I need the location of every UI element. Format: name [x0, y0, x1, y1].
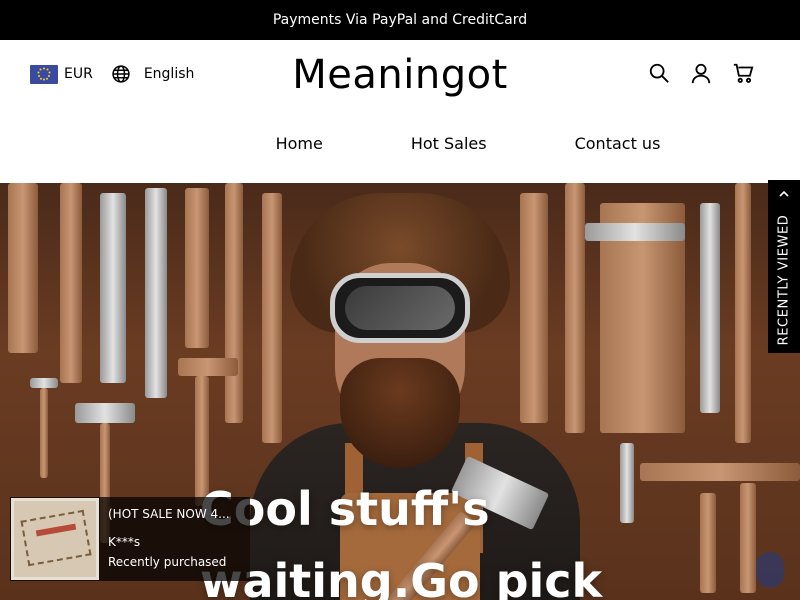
announcement-text: Payments Via PayPal and CreditCard — [272, 12, 528, 28]
search-icon[interactable] — [648, 62, 670, 84]
recently-viewed-label: RECENTLY VIEWED — [776, 214, 792, 346]
nav-contact-us[interactable]: Contact us — [575, 134, 661, 153]
recently-viewed-tab[interactable]: RECENTLY VIEWED — [768, 180, 800, 353]
hero-tool — [740, 483, 756, 593]
hero-tool — [185, 188, 209, 348]
hero-tool — [30, 378, 58, 388]
hero-tool — [225, 183, 243, 423]
header-icons — [648, 62, 754, 84]
hero-tool — [700, 203, 720, 413]
account-icon[interactable] — [690, 62, 712, 84]
hero-headline-line2: waiting.Go pick — [200, 554, 603, 600]
locale-switcher: EUR English — [30, 64, 194, 84]
hero-tool — [8, 183, 38, 353]
hero-tool — [520, 193, 548, 423]
popup-status: Recently purchased — [108, 555, 227, 569]
currency-selector[interactable]: EUR — [64, 66, 93, 82]
hero-tool — [262, 193, 282, 443]
hero-tool — [75, 403, 135, 423]
main-nav: Home Hot Sales Contact us — [0, 134, 800, 153]
site-header: EUR English Meaningot Home Hot Sales Con… — [0, 40, 800, 183]
chat-widget-icon[interactable] — [756, 552, 784, 588]
hero-goggles — [330, 273, 470, 343]
logo-text[interactable]: Meaningot — [292, 52, 508, 98]
hero-tool — [620, 443, 634, 523]
chevron-up-icon — [779, 190, 789, 197]
globe-icon[interactable] — [111, 64, 131, 84]
popup-product-title[interactable]: (HOT SALE NOW 4... — [108, 504, 230, 524]
hero-headline-line1: Cool stuff's — [200, 482, 490, 536]
purchase-notification[interactable]: (HOT SALE NOW 4... K***s Recently purcha… — [10, 497, 250, 581]
nav-home[interactable]: Home — [276, 134, 323, 153]
hero-tool — [178, 358, 238, 376]
hero-tool — [700, 493, 716, 593]
nav-hot-sales[interactable]: Hot Sales — [411, 134, 487, 153]
cart-icon[interactable] — [732, 62, 754, 84]
language-selector[interactable]: English — [144, 66, 195, 82]
hero-tool — [640, 463, 800, 481]
hero-tool — [565, 183, 585, 433]
product-thumbnail[interactable] — [11, 498, 99, 580]
hero-tool — [60, 183, 82, 383]
hero-tool — [40, 388, 48, 478]
hero-tool — [585, 223, 685, 241]
hero-headline: Cool stuff's waiting.Go pick — [200, 473, 602, 600]
eu-flag-icon[interactable] — [30, 64, 58, 84]
popup-buyer: K***s — [108, 535, 141, 549]
hero-tool — [735, 183, 751, 443]
hero-tool — [100, 193, 126, 383]
announcement-bar: Payments Via PayPal and CreditCard — [0, 0, 800, 40]
hero-tool — [145, 188, 167, 398]
